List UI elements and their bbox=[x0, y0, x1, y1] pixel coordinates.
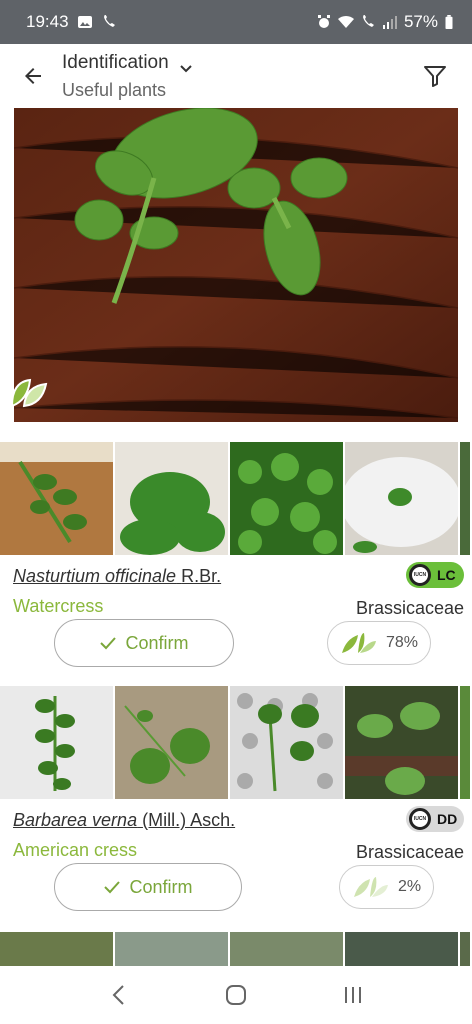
chevron-down-icon bbox=[179, 65, 192, 73]
thumbnail-image[interactable] bbox=[345, 932, 458, 966]
score-leaves-icon bbox=[354, 877, 388, 897]
nav-home-button[interactable] bbox=[216, 975, 256, 1015]
species-author: (Mill.) Asch. bbox=[142, 810, 236, 830]
battery-percent: 57% bbox=[403, 12, 438, 31]
result-thumbnails bbox=[0, 442, 472, 555]
thumbnail-image[interactable] bbox=[0, 442, 113, 555]
thumbnail-image[interactable] bbox=[0, 686, 113, 799]
filter-icon bbox=[424, 66, 446, 87]
battery-icon bbox=[445, 15, 453, 29]
thumbnail-image[interactable] bbox=[460, 686, 470, 799]
result-thumbnails bbox=[0, 686, 472, 799]
main-observation-photo[interactable] bbox=[14, 108, 458, 422]
iucn-code: LC bbox=[437, 567, 456, 583]
scientific-name-link[interactable]: Barbarea verna (Mill.) Asch. bbox=[13, 810, 235, 831]
title-block[interactable]: Identification Useful plants bbox=[62, 52, 169, 101]
app-header: Identification Useful plants bbox=[0, 44, 472, 108]
confirm-button[interactable]: Confirm bbox=[54, 619, 234, 667]
species-author: R.Br. bbox=[181, 566, 222, 586]
back-button[interactable] bbox=[13, 56, 53, 96]
thumbnail-image[interactable] bbox=[115, 932, 228, 966]
iucn-badge[interactable]: IUCN LC bbox=[406, 562, 464, 588]
thumbnail-image[interactable] bbox=[230, 442, 343, 555]
confirm-label: Confirm bbox=[125, 632, 189, 653]
page-subtitle: Useful plants bbox=[62, 79, 167, 100]
next-result-thumbnails bbox=[0, 932, 472, 966]
alarm-icon bbox=[317, 15, 330, 28]
score-value: 2% bbox=[398, 878, 422, 895]
filter-button[interactable] bbox=[415, 56, 455, 96]
gallery-notification-icon bbox=[77, 16, 92, 28]
page-title: Identification bbox=[62, 51, 169, 73]
result-card: Barbarea verna (Mill.) Asch. IUCN DD Ame… bbox=[0, 686, 472, 924]
system-nav-bar bbox=[0, 966, 472, 1024]
signal-icon bbox=[382, 16, 397, 29]
thumbnail-image[interactable] bbox=[345, 442, 458, 555]
status-bar: 19:43 57% bbox=[0, 0, 472, 44]
iucn-logo-icon: IUCN bbox=[409, 808, 431, 830]
iucn-badge[interactable]: IUCN DD bbox=[406, 806, 464, 832]
thumbnail-image[interactable] bbox=[345, 686, 458, 799]
thumbnail-image[interactable] bbox=[460, 932, 470, 966]
nav-back-button[interactable] bbox=[99, 975, 139, 1015]
thumbnail-image[interactable] bbox=[230, 932, 343, 966]
confirm-button[interactable]: Confirm bbox=[54, 863, 242, 911]
thumbnail-image[interactable] bbox=[115, 686, 228, 799]
iucn-code: DD bbox=[437, 811, 458, 827]
wifi-call-icon bbox=[362, 15, 374, 27]
wifi-icon bbox=[337, 15, 354, 28]
score-leaves-icon bbox=[342, 633, 376, 653]
family-name: Brassicaceae bbox=[355, 842, 464, 862]
thumbnail-image[interactable] bbox=[460, 442, 470, 555]
result-card: Nasturtium officinale R.Br. IUCN LC Wate… bbox=[0, 442, 472, 680]
status-time: 19:43 bbox=[26, 12, 69, 31]
check-icon bbox=[104, 881, 121, 894]
leaf-logo-icon bbox=[10, 378, 48, 408]
score-badge[interactable]: 2% bbox=[339, 865, 435, 909]
nav-back-icon bbox=[112, 985, 124, 1005]
thumbnail-image[interactable] bbox=[115, 442, 228, 555]
back-arrow-icon bbox=[25, 68, 41, 84]
score-value: 78% bbox=[386, 634, 419, 651]
iucn-logo-icon: IUCN bbox=[409, 564, 431, 586]
common-name: Watercress bbox=[13, 596, 104, 616]
thumbnail-image[interactable] bbox=[230, 686, 343, 799]
species-name: Barbarea verna bbox=[13, 810, 138, 830]
nav-home-icon bbox=[225, 985, 246, 1005]
species-name: Nasturtium officinale bbox=[13, 566, 177, 586]
flora-dropdown-button[interactable] bbox=[177, 60, 195, 78]
nav-recents-button[interactable] bbox=[333, 975, 373, 1015]
confirm-label: Confirm bbox=[129, 876, 193, 897]
call-notification-icon bbox=[103, 15, 115, 27]
check-icon bbox=[100, 637, 117, 650]
family-name: Brassicaceae bbox=[355, 598, 464, 618]
score-badge[interactable]: 78% bbox=[327, 621, 432, 665]
common-name: American cress bbox=[13, 840, 138, 860]
scientific-name-link[interactable]: Nasturtium officinale R.Br. bbox=[13, 566, 221, 587]
thumbnail-image[interactable] bbox=[0, 932, 113, 966]
nav-recents-icon bbox=[345, 987, 362, 1003]
